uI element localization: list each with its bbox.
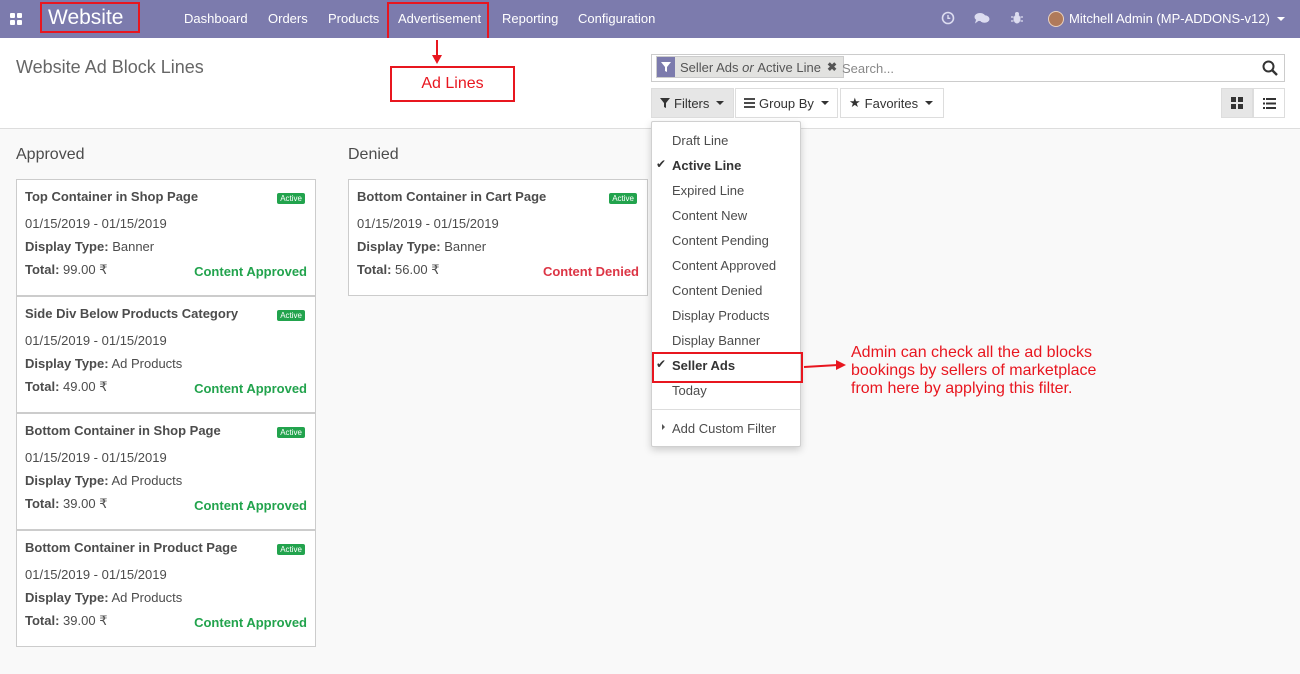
annotation-arrows (432, 40, 846, 370)
